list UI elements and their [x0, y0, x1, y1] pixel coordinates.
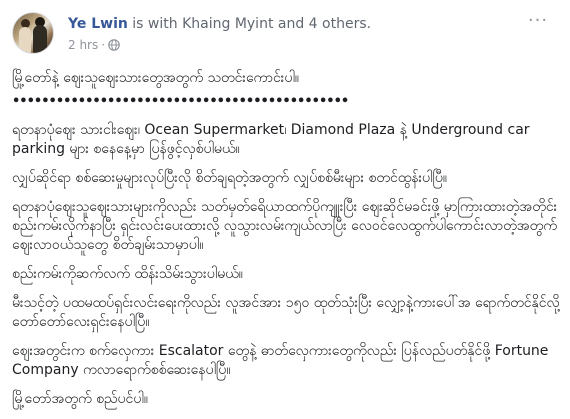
post-paragraph: မီးသင့်တဲ့ ပထမထပ်ရှင်းလင်းရေးကိုလည်း လူအ… [12, 295, 560, 330]
avatar-photo-detail [33, 25, 47, 53]
avatar-photo-detail [19, 27, 31, 53]
post-timestamp[interactable]: 2 hrs [68, 38, 98, 52]
post-card: Ye Lwin is with Khaing Myint and 4 other… [0, 0, 570, 412]
post-paragraph: ဈေးအတွင်းက စက်လှေကား Escalator တွေနဲ့ ဓာ… [12, 343, 549, 378]
author-name-link[interactable]: Ye Lwin [68, 16, 128, 32]
post-paragraph: မြို့တော်အတွက် စည်ပင်ပါ။ [12, 391, 148, 407]
post-title-line: Ye Lwin is with Khaing Myint and 4 other… [68, 15, 371, 33]
post-text: မြို့တော်နဲ့ ဈေးသူဈေးသားတွေအတွက် သတင်းကေ… [12, 69, 560, 419]
meta-separator: · [101, 38, 106, 52]
author-avatar[interactable] [12, 12, 54, 54]
post-separator-dots: ••••••••••••••••••••••••••••••••••••••••… [12, 94, 349, 109]
post-header: Ye Lwin is with Khaing Myint and 4 other… [12, 12, 558, 60]
post-paragraph: စည်းကမ်းကိုဆက်လက် ထိန်းသိမ်းသွားပါမယ်။ [12, 266, 243, 282]
post-paragraph: ရတနာပုံဈေး သားငါးဈေး၊ Ocean Supermarket၊… [12, 122, 530, 157]
more-options-icon[interactable]: ··· [526, 12, 550, 34]
globe-icon[interactable] [108, 39, 120, 51]
post-paragraph: လျှပ်ဆိုင်ရာ စစ်ဆေးမှုများလုပ်ပြီးလို စိ… [12, 170, 448, 186]
post-meta: 2 hrs · [68, 37, 120, 53]
post-paragraph: ရတနာပုံဈေးသူဈေးသားများကိုလည်း သတ်မှတ်ရေိ… [12, 199, 558, 253]
tagged-people-text[interactable]: is with Khaing Myint and 4 others. [128, 16, 371, 32]
post-paragraph: မြို့တော်နဲ့ ဈေးသူဈေးသားတွေအတွက် သတင်းကေ… [12, 70, 299, 86]
